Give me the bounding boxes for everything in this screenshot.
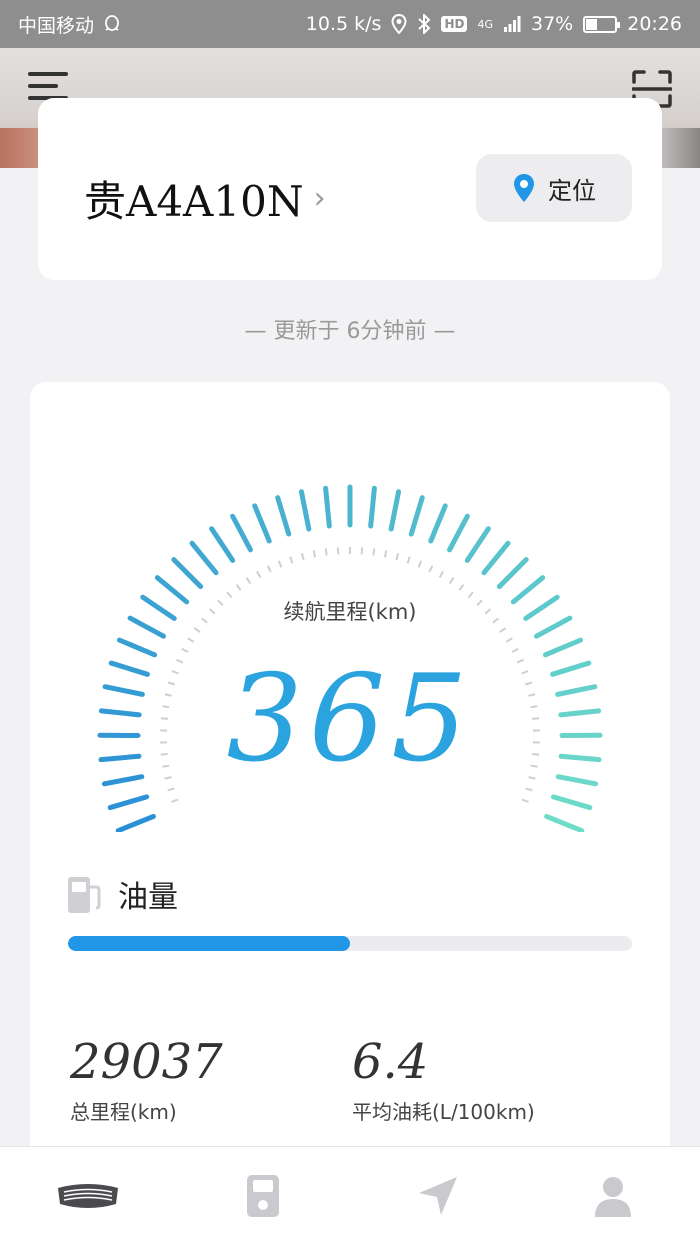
- gauge-minor-tick: [521, 798, 529, 803]
- gauge-tick: [230, 513, 253, 553]
- gauge-tick: [368, 485, 377, 529]
- gauge-minor-tick: [266, 565, 272, 573]
- nav-car-key[interactable]: [213, 1156, 313, 1236]
- bottom-nav: [0, 1146, 700, 1244]
- gauge-minor-tick: [171, 798, 179, 803]
- gauge-minor-tick: [406, 556, 411, 564]
- battery-percent: 37%: [531, 13, 574, 35]
- battery-icon: [583, 15, 621, 33]
- total-mileage-label: 总里程(km): [70, 1100, 177, 1124]
- update-timestamp: — 更新于 6分钟前 —: [244, 319, 456, 344]
- status-left: 中国移动: [18, 11, 122, 38]
- clock: 20:26: [627, 13, 682, 35]
- gauge-minor-tick: [187, 637, 195, 643]
- network-type: 4G: [477, 17, 493, 31]
- gauge-minor-tick: [300, 552, 305, 561]
- avg-consumption-value: 6.4: [352, 1034, 429, 1090]
- gauge-minor-tick: [395, 552, 400, 561]
- car-key-icon: [246, 1174, 279, 1217]
- gauge-tick: [544, 813, 585, 832]
- fuel-label: 油量: [118, 880, 178, 915]
- gauge-tick: [481, 540, 511, 576]
- gauge-minor-tick: [289, 556, 294, 564]
- gauge-tick: [388, 489, 402, 532]
- navigation-arrow-icon: [418, 1176, 457, 1215]
- gauge-tick: [171, 557, 204, 590]
- gauge-minor-tick: [235, 583, 242, 591]
- signal-icon: [504, 16, 521, 32]
- gauge-minor-tick: [193, 627, 201, 633]
- vehicle-card: 贵A4A10N › 定位: [38, 98, 662, 280]
- range-label: 续航里程(km): [283, 600, 417, 624]
- gauge-tick: [252, 503, 272, 544]
- qq-notification-icon: [105, 15, 119, 31]
- avg-consumption-stat: 6.4 平均油耗(L/100km): [352, 1034, 535, 1125]
- gauge-tick: [408, 495, 425, 537]
- gauge-tick: [550, 794, 593, 811]
- gauge-tick: [447, 513, 470, 553]
- fuel-progress-bar: [68, 936, 632, 951]
- chevron-right-icon: ›: [313, 181, 326, 216]
- total-mileage-value: 29037: [70, 1034, 223, 1090]
- gauge-minor-tick: [372, 548, 376, 556]
- plate-selector[interactable]: 贵A4A10N ›: [84, 168, 326, 229]
- gauge-minor-tick: [417, 560, 423, 568]
- nav-vehicle[interactable]: [38, 1156, 138, 1236]
- gauge-minor-tick: [499, 627, 507, 633]
- carrier-text: 中国移动: [18, 14, 95, 37]
- gauge-tick: [115, 813, 156, 832]
- network-speed: 10.5 k/s: [305, 13, 382, 35]
- status-card: 续航里程(km) 365 油量 29037 总里程(km) 6.4 平均油耗(L…: [30, 382, 670, 1202]
- gauge-tick: [275, 495, 292, 537]
- battery-fill: [586, 18, 597, 30]
- gauge-minor-tick: [438, 570, 444, 578]
- status-bar: 中国移动 10.5 k/s HD 4G 37% 20:26: [0, 0, 700, 48]
- gauge-tick: [209, 526, 236, 563]
- car-grille-icon: [57, 1183, 118, 1208]
- gauge-tick: [298, 489, 312, 532]
- user-icon: [594, 1176, 631, 1217]
- gauge-minor-tick: [505, 637, 513, 643]
- nav-profile[interactable]: [563, 1156, 663, 1236]
- gauge-minor-tick: [458, 583, 465, 591]
- bluetooth-icon: [418, 14, 431, 34]
- gauge-minor-tick: [383, 550, 388, 558]
- gauge-minor-tick: [277, 560, 283, 568]
- gauge-minor-tick: [245, 577, 252, 585]
- status-right: 10.5 k/s HD 4G 37% 20:26: [306, 13, 682, 35]
- fuel-header: 油量: [66, 872, 178, 916]
- hd-badge: HD: [441, 16, 468, 32]
- gauge-tick: [189, 540, 219, 576]
- fuel-pump-icon: [68, 877, 101, 913]
- nav-navigation[interactable]: [388, 1156, 488, 1236]
- location-status-icon: [391, 14, 407, 34]
- gauge-tick: [496, 557, 529, 590]
- gauge-tick: [323, 485, 332, 529]
- location-pin-icon: [514, 174, 534, 202]
- total-mileage-stat: 29037 总里程(km): [70, 1034, 223, 1125]
- plate-number: 贵A4A10N: [84, 177, 304, 226]
- fuel-progress-fill: [68, 936, 350, 951]
- gauge-minor-tick: [324, 548, 328, 556]
- avg-consumption-label: 平均油耗(L/100km): [352, 1100, 535, 1124]
- gauge-tick: [428, 503, 448, 544]
- gauge-tick: [107, 794, 150, 811]
- gauge-minor-tick: [448, 577, 455, 585]
- locate-button[interactable]: 定位: [476, 154, 632, 222]
- gauge-tick: [464, 526, 491, 563]
- gauge-minor-tick: [428, 565, 434, 573]
- locate-label: 定位: [548, 177, 596, 205]
- range-value: 365: [226, 650, 474, 789]
- gauge-minor-tick: [312, 550, 317, 558]
- gauge-minor-tick: [256, 570, 262, 578]
